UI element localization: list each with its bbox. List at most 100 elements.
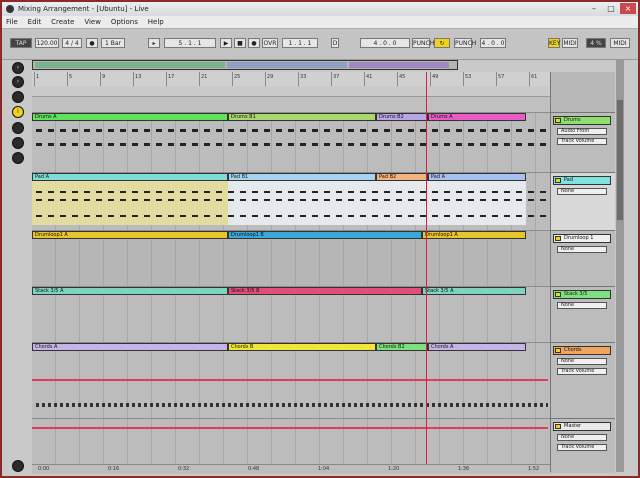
- track-name[interactable]: Drumloop 1: [553, 234, 611, 243]
- info-icon[interactable]: i: [12, 106, 24, 118]
- tap-tempo-button[interactable]: TAP: [10, 38, 32, 48]
- midi-note-row: [36, 215, 548, 217]
- arrangement-position[interactable]: 5 . 1 . 1: [164, 38, 216, 48]
- ruler-label: 1: [36, 74, 40, 80]
- time-label: 1:04: [318, 466, 330, 472]
- circle-icon[interactable]: [12, 91, 24, 103]
- menu-create[interactable]: Create: [47, 16, 78, 28]
- time-signature-field[interactable]: 4 / 4: [62, 38, 82, 48]
- close-button[interactable]: ×: [620, 3, 636, 14]
- punch-out-button[interactable]: PUNCH: [454, 38, 476, 48]
- loop-start-field[interactable]: 1 . 1 . 1: [282, 38, 318, 48]
- track-header-chords[interactable]: Chords None Track Volume: [551, 342, 615, 419]
- track-lane-drums[interactable]: Drums A Drums B1 Drums B2 Drums A: [32, 112, 552, 173]
- track-lane-pad[interactable]: Pad A Pad B1 Pad B2 Pad A: [32, 172, 552, 231]
- metronome-button[interactable]: ●: [86, 38, 98, 48]
- clip[interactable]: Chords A: [428, 343, 526, 351]
- track-io-dropdown[interactable]: Audio From: [557, 128, 607, 135]
- track-activator-button[interactable]: [555, 348, 561, 353]
- loop-brace-lane[interactable]: [32, 86, 552, 97]
- overview-segment: [35, 62, 225, 68]
- circle-icon[interactable]: [12, 137, 24, 149]
- loop-switch[interactable]: ↻: [434, 38, 450, 48]
- midi-map-button[interactable]: MIDI: [562, 38, 578, 48]
- menu-help[interactable]: Help: [144, 16, 168, 28]
- track-io-dropdown[interactable]: None: [557, 302, 607, 309]
- clip[interactable]: Drumloop1 B: [228, 231, 422, 239]
- clip[interactable]: Drumloop1 A: [32, 231, 228, 239]
- track-name[interactable]: Master: [553, 422, 611, 431]
- clip[interactable]: Stack 3/5 B: [228, 287, 422, 295]
- draw-mode-button[interactable]: D: [331, 38, 339, 48]
- stop-button[interactable]: ■: [234, 38, 246, 48]
- track-io-dropdown[interactable]: None: [557, 434, 607, 441]
- track-io-dropdown[interactable]: Track Volume: [557, 368, 607, 375]
- play-button[interactable]: ▶: [220, 38, 232, 48]
- track-name[interactable]: Chords: [553, 346, 611, 355]
- clip[interactable]: Stack 3/5 A: [422, 287, 526, 295]
- quantize-menu[interactable]: 1 Bar: [101, 38, 125, 48]
- track-header-drumloop1[interactable]: Drumloop 1 None: [551, 230, 615, 287]
- record-button[interactable]: ●: [248, 38, 260, 48]
- arrow-icon[interactable]: ›: [12, 76, 24, 88]
- track-header-pad[interactable]: Pad None: [551, 172, 615, 231]
- track-lane-drumloop1[interactable]: Drumloop1 A Drumloop1 B Drumloop1 A: [32, 230, 552, 287]
- track-lane-stack[interactable]: Stack 3/5 A Stack 3/5 B Stack 3/5 A: [32, 286, 552, 343]
- tempo-field[interactable]: 120.00: [35, 38, 59, 48]
- clip-body: [376, 181, 428, 225]
- circle-icon[interactable]: [12, 460, 24, 472]
- menu-options[interactable]: Options: [107, 16, 142, 28]
- time-label: 0:00: [38, 466, 50, 472]
- track-activator-button[interactable]: [555, 236, 561, 241]
- clip[interactable]: Chords B: [228, 343, 376, 351]
- clip[interactable]: Pad A: [32, 173, 228, 181]
- track-io-dropdown[interactable]: Track Volume: [557, 138, 607, 145]
- clip[interactable]: Chords B2: [376, 343, 428, 351]
- scroll-thumb[interactable]: [617, 100, 623, 220]
- loop-length-field[interactable]: 4 . 0 . 0: [360, 38, 410, 48]
- clip[interactable]: Pad B2: [376, 173, 428, 181]
- clip[interactable]: Drums A: [428, 113, 526, 121]
- circle-icon[interactable]: [12, 122, 24, 134]
- track-header-stack[interactable]: Stack 3/5 None: [551, 286, 615, 343]
- clip[interactable]: Drums B1: [228, 113, 376, 121]
- clip[interactable]: Drumloop1 A: [422, 231, 526, 239]
- track-io-dropdown[interactable]: None: [557, 246, 607, 253]
- overdub-button[interactable]: OVR: [262, 38, 278, 48]
- arrangement-overview[interactable]: [32, 60, 458, 70]
- track-io-dropdown[interactable]: None: [557, 358, 607, 365]
- punch-in-button[interactable]: PUNCH: [412, 38, 434, 48]
- arrow-icon[interactable]: ›: [12, 62, 24, 74]
- track-activator-button[interactable]: [555, 424, 561, 429]
- clip[interactable]: Stack 3/5 A: [32, 287, 228, 295]
- track-name[interactable]: Pad: [553, 176, 611, 185]
- track-header-drums[interactable]: Drums Audio From Track Volume: [551, 112, 615, 173]
- clip[interactable]: Drums B2: [376, 113, 428, 121]
- clip[interactable]: Drums A: [32, 113, 228, 121]
- track-activator-button[interactable]: [555, 292, 561, 297]
- time-ruler[interactable]: 0:00 0:16 0:32 0:48 1:04 1:20 1:36 1:52: [32, 464, 552, 474]
- vertical-scrollbar[interactable]: [616, 60, 624, 472]
- minimize-button[interactable]: –: [586, 3, 602, 14]
- track-io-dropdown[interactable]: Track Volume: [557, 444, 607, 451]
- track-name[interactable]: Stack 3/5: [553, 290, 611, 299]
- key-map-button[interactable]: KEY: [548, 38, 560, 48]
- maximize-button[interactable]: □: [603, 3, 619, 14]
- follow-button[interactable]: ▸: [148, 38, 160, 48]
- track-name[interactable]: Drums: [553, 116, 611, 125]
- circle-icon[interactable]: [12, 152, 24, 164]
- clip[interactable]: Chords A: [32, 343, 228, 351]
- clip[interactable]: Pad B1: [228, 173, 376, 181]
- bar-ruler[interactable]: 1 5 9 13 17 21 25 29 33 37 41 45 49 53 57 61: [32, 72, 552, 87]
- clip[interactable]: Pad A: [428, 173, 526, 181]
- track-activator-button[interactable]: [555, 118, 561, 123]
- menu-view[interactable]: View: [80, 16, 105, 28]
- track-io-dropdown[interactable]: None: [557, 188, 607, 195]
- waveform-row: [36, 403, 548, 407]
- menu-file[interactable]: File: [2, 16, 22, 28]
- track-activator-button[interactable]: [555, 178, 561, 183]
- track-header-master[interactable]: Master None Track Volume: [551, 418, 615, 473]
- loop-end-field[interactable]: 4 . 0 . 0: [480, 38, 506, 48]
- menu-edit[interactable]: Edit: [24, 16, 46, 28]
- track-lane-chords[interactable]: Chords A Chords B Chords B2 Chords A: [32, 342, 552, 419]
